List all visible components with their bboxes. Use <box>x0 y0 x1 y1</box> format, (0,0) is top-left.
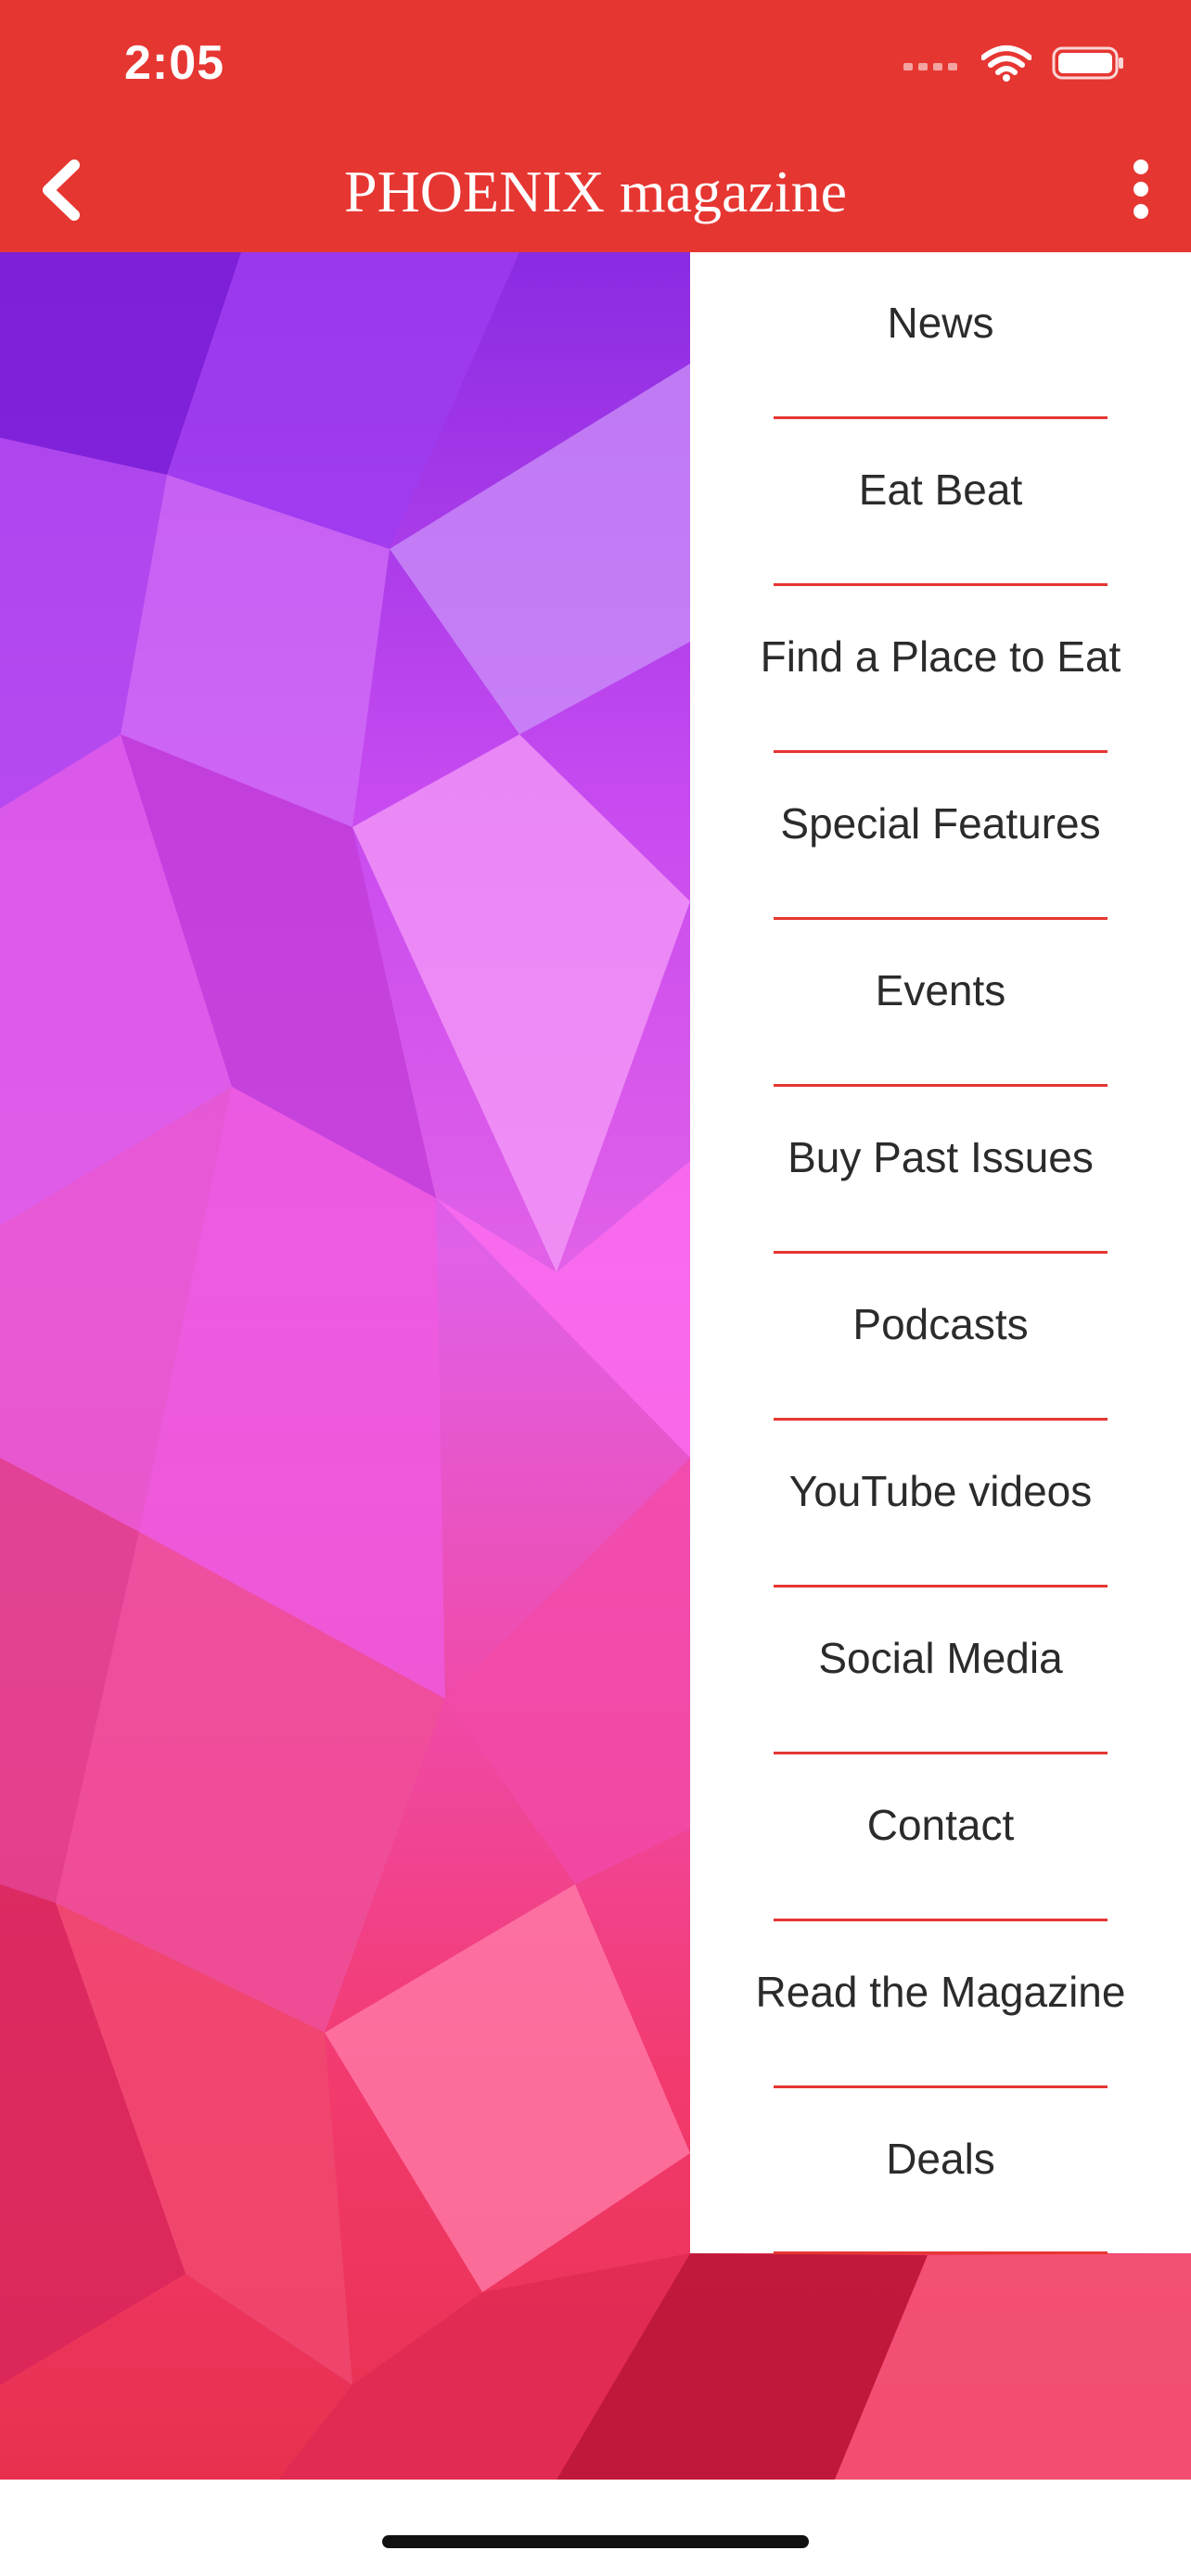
menu-item-special-features[interactable]: Special Features <box>690 753 1191 920</box>
menu-item-label: Social Media <box>818 1634 1063 1682</box>
menu-item-label: Find a Place to Eat <box>760 632 1121 681</box>
menu-item-label: Deals <box>886 2135 995 2183</box>
bottom-safe-area <box>0 2480 1191 2576</box>
status-time: 2:05 <box>124 36 225 90</box>
menu-item-buy-past-issues[interactable]: Buy Past Issues <box>690 1087 1191 1254</box>
menu-item-label: YouTube videos <box>788 1467 1093 1515</box>
cellular-signal-icon <box>903 63 957 70</box>
menu-item-news[interactable]: News <box>690 252 1191 419</box>
menu-item-label: Eat Beat <box>858 465 1023 514</box>
menu-item-label: Read the Magazine <box>755 1968 1126 2016</box>
menu-item-youtube-videos[interactable]: YouTube videos <box>690 1421 1191 1588</box>
menu-item-read-the-magazine[interactable]: Read the Magazine <box>690 1921 1191 2088</box>
home-indicator[interactable] <box>382 2535 809 2548</box>
battery-icon <box>1052 46 1123 80</box>
menu-item-find-a-place-to-eat[interactable]: Find a Place to Eat <box>690 586 1191 753</box>
more-options-icon[interactable] <box>1117 158 1165 223</box>
page-title: PHOENIX magazine <box>343 159 848 224</box>
menu-item-contact[interactable]: Contact <box>690 1754 1191 1921</box>
menu-item-deals[interactable]: Deals <box>690 2088 1191 2255</box>
menu-item-label: Contact <box>866 1801 1015 1849</box>
menu-item-label: Podcasts <box>852 1300 1029 1348</box>
menu-item-label: Buy Past Issues <box>788 1133 1094 1181</box>
menu-item-label: Special Features <box>780 799 1101 848</box>
menu-item-eat-beat[interactable]: Eat Beat <box>690 419 1191 586</box>
menu-item-social-media[interactable]: Social Media <box>690 1588 1191 1754</box>
menu-item-podcasts[interactable]: Podcasts <box>690 1254 1191 1421</box>
menu-divider <box>774 2251 1108 2254</box>
app-header: 2:05 PHOENIX magazine <box>0 0 1191 252</box>
status-icons <box>903 43 1126 83</box>
menu-item-label: News <box>887 299 994 347</box>
menu-item-events[interactable]: Events <box>690 920 1191 1087</box>
wifi-icon <box>981 45 1031 82</box>
side-menu: News Eat Beat Find a Place to Eat Specia… <box>690 252 1191 2255</box>
menu-item-label: Events <box>875 966 1006 1014</box>
